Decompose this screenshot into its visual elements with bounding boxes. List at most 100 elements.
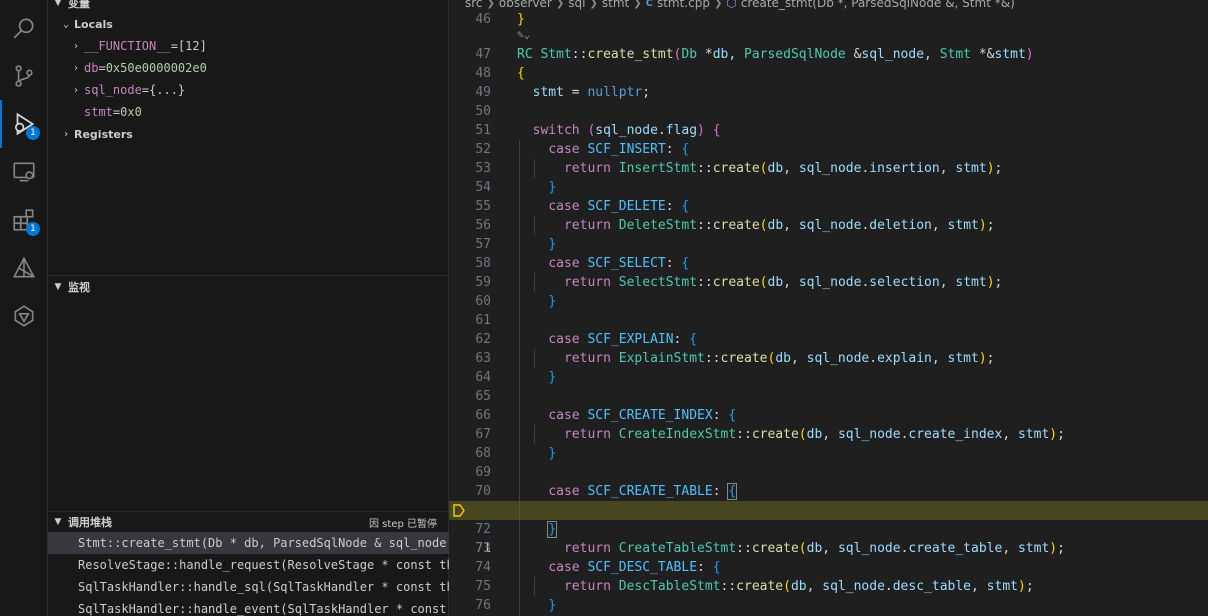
code-line[interactable]: 47 RC Stmt::create_stmt(Db *db, ParsedSql… xyxy=(449,45,1208,64)
variable-value: 0x0 xyxy=(120,105,142,119)
line-number: 56 xyxy=(475,218,491,233)
breadcrumb-part[interactable]: stmt xyxy=(602,0,629,10)
breadcrumb-part[interactable]: sql xyxy=(568,0,585,10)
code-line[interactable]: 62 case SCF_EXPLAIN: { xyxy=(449,330,1208,349)
code-line[interactable]: 51 switch (sql_node.flag) { xyxy=(449,121,1208,140)
stack-frame[interactable]: SqlTaskHandler::handle_event(SqlTaskHand… xyxy=(48,598,449,616)
code-line[interactable]: 67 return CreateIndexStmt::create(db, sq… xyxy=(449,425,1208,444)
code-text: case SCF_DESC_TABLE: { xyxy=(548,560,721,575)
code-line[interactable]: 58 case SCF_SELECT: { xyxy=(449,254,1208,273)
variable-value: {...} xyxy=(149,83,186,97)
code-line[interactable]: 73 xyxy=(449,539,1208,558)
remote-explorer-icon[interactable] xyxy=(0,148,48,196)
code-line[interactable]: 68 } xyxy=(449,444,1208,463)
line-number: 58 xyxy=(475,256,491,271)
codelens-icon[interactable]: ✎⌄ xyxy=(517,28,530,41)
code-line[interactable]: 61 xyxy=(449,311,1208,330)
chevron-right-icon: › xyxy=(72,84,80,96)
variable-name: stmt xyxy=(84,105,113,119)
code-line[interactable]: 50 xyxy=(449,102,1208,121)
search-icon[interactable] xyxy=(0,4,48,52)
debug-badge: 1 xyxy=(26,126,40,140)
code-line[interactable]: 65 xyxy=(449,387,1208,406)
debug-side-panel: ▼ 变量 ⌄ Locals › __FUNCTION__ = [12] › db… xyxy=(48,0,449,616)
stack-frame[interactable]: SqlTaskHandler::handle_sql(SqlTaskHandle… xyxy=(48,576,449,598)
line-number: 47 xyxy=(475,47,491,62)
code-line[interactable]: 57 } xyxy=(449,235,1208,254)
code-text: } xyxy=(548,294,557,309)
breadcrumb-symbol[interactable]: create_stmt(Db *, ParsedSqlNode &, Stmt … xyxy=(741,0,1015,10)
testing-icon[interactable] xyxy=(0,292,48,340)
code-line[interactable]: 46} xyxy=(449,10,1208,29)
line-number: 73 xyxy=(475,541,491,556)
source-control-icon[interactable] xyxy=(0,52,48,100)
code-line[interactable]: 53 return InsertStmt::create(db, sql_nod… xyxy=(449,159,1208,178)
code-line[interactable]: 49 stmt = nullptr; xyxy=(449,83,1208,102)
code-line[interactable]: 69 xyxy=(449,463,1208,482)
code-line[interactable]: 76 } xyxy=(449,596,1208,615)
chevron-right-icon: › xyxy=(72,40,80,52)
variables-section-label: 变量 xyxy=(68,0,90,10)
code-line[interactable]: 55 case SCF_DELETE: { xyxy=(449,197,1208,216)
variable-row[interactable]: › db = 0x50e0000002e0 xyxy=(48,57,449,79)
registers-scope[interactable]: › Registers xyxy=(48,123,449,145)
variable-name: sql_node xyxy=(84,83,142,97)
code-line[interactable]: 74 case SCF_DESC_TABLE: { xyxy=(449,558,1208,577)
line-number: 62 xyxy=(475,332,491,347)
code-line[interactable]: 75 return DescTableStmt::create(db, sql_… xyxy=(449,577,1208,596)
breadcrumb-part[interactable]: observer xyxy=(499,0,552,10)
code-text: return CreateIndexStmt::create(db, sql_n… xyxy=(563,427,1065,442)
code-line[interactable]: 66 case SCF_CREATE_INDEX: { xyxy=(449,406,1208,425)
callstack-section-label: 调用堆栈 xyxy=(68,516,112,529)
run-debug-icon[interactable]: 1 xyxy=(0,100,48,148)
code-line[interactable]: 52 case SCF_INSERT: { xyxy=(449,140,1208,159)
code-line[interactable]: 59 return SelectStmt::create(db, sql_nod… xyxy=(449,273,1208,292)
code-line[interactable]: 64 } xyxy=(449,368,1208,387)
variable-row[interactable]: › sql_node = {...} xyxy=(48,79,449,101)
code-editor[interactable]: src ❯ observer ❯ sql ❯ stmt ❯ C stmt.cpp… xyxy=(449,0,1208,616)
code-text: stmt = nullptr; xyxy=(532,85,651,100)
code-line[interactable]: 54 } xyxy=(449,178,1208,197)
breadcrumb-file[interactable]: stmt.cpp xyxy=(657,0,710,10)
chevron-right-icon: ❯ xyxy=(713,0,723,9)
chevron-down-icon: ▼ xyxy=(54,282,62,292)
code-line[interactable]: 72 } xyxy=(449,520,1208,539)
line-number: 68 xyxy=(475,446,491,461)
method-icon: ⬡ xyxy=(726,0,737,10)
callstack-section-header[interactable]: ▼ 调用堆栈 因 step 已暂停 xyxy=(48,511,449,533)
stack-frame[interactable]: ResolveStage::handle_request(ResolveStag… xyxy=(48,554,449,576)
variable-row[interactable]: stmt = 0x0 xyxy=(48,101,449,123)
line-number: 69 xyxy=(475,465,491,480)
extensions-icon[interactable]: 1 xyxy=(0,196,48,244)
code-line[interactable]: 63 return ExplainStmt::create(db, sql_no… xyxy=(449,349,1208,368)
line-number: 59 xyxy=(475,275,491,290)
locals-scope[interactable]: ⌄ Locals xyxy=(48,13,449,35)
code-line[interactable]: 70 case SCF_CREATE_TABLE: { xyxy=(449,482,1208,501)
variable-value: 0x50e0000002e0 xyxy=(105,61,207,75)
variable-row[interactable]: › __FUNCTION__ = [12] xyxy=(48,35,449,57)
chevron-right-icon: ❯ xyxy=(555,0,565,9)
locals-label: Locals xyxy=(74,17,113,31)
line-number: 50 xyxy=(475,104,491,119)
variables-section-header[interactable]: ▼ 变量 xyxy=(48,0,449,14)
code-text: } xyxy=(548,598,557,613)
registers-label: Registers xyxy=(74,127,133,141)
variable-equals: = xyxy=(141,83,150,97)
code-text: case SCF_DELETE: { xyxy=(548,199,690,214)
line-number: 46 xyxy=(475,12,491,27)
code-text: } xyxy=(548,180,557,195)
variable-equals: = xyxy=(98,61,106,75)
chevron-down-icon: ▼ xyxy=(54,0,62,8)
code-line[interactable]: 48 { xyxy=(449,64,1208,83)
current-execution-line[interactable]: 71 return CreateTableStmt::create(db, sq… xyxy=(449,501,1208,556)
watch-section-header[interactable]: ▼ 监视 xyxy=(48,276,449,298)
code-line[interactable]: 56 return DeleteStmt::create(db, sql_nod… xyxy=(449,216,1208,235)
code-line[interactable]: 60 } xyxy=(449,292,1208,311)
cmake-icon[interactable] xyxy=(0,244,48,292)
stack-frame[interactable]: Stmt::create_stmt(Db * db, ParsedSqlNode… xyxy=(48,532,449,554)
chevron-right-icon: ❯ xyxy=(633,0,642,9)
code-text: return InsertStmt::create(db, sql_node.i… xyxy=(563,161,1003,176)
code-text: switch (sql_node.flag) { xyxy=(532,123,721,138)
breadcrumb-part[interactable]: src xyxy=(465,0,483,10)
line-number: 65 xyxy=(475,389,491,404)
